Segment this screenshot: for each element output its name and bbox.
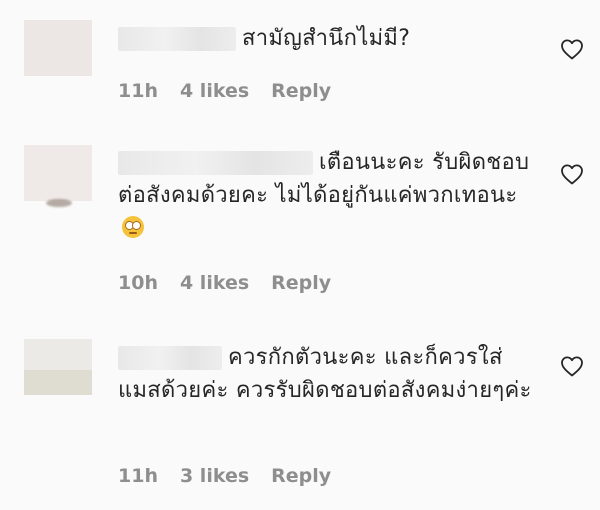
eye-roll-emoji-icon — [122, 216, 144, 238]
avatar[interactable] — [24, 145, 92, 201]
redacted-username — [118, 151, 313, 175]
comment-time[interactable]: 11h — [118, 80, 158, 102]
comment-body: ควรกักตัวนะคะ และก็ควรใส่แมสด้วยค่ะ ควรร… — [118, 341, 538, 407]
comment-body: เตือนนะคะ รับผิดชอบต่อสังคมด้วยคะ ไม่ได้… — [118, 146, 538, 245]
comment-text: สามัญสำนึกไม่มี? — [242, 26, 411, 51]
comment-likes[interactable]: 4 likes — [180, 272, 249, 294]
avatar[interactable] — [24, 20, 92, 76]
redacted-username — [118, 346, 222, 370]
comment-meta: 11h 3 likes Reply — [118, 465, 331, 487]
reply-button[interactable]: Reply — [271, 465, 331, 487]
redacted-username — [118, 27, 236, 51]
like-heart-icon[interactable] — [560, 355, 584, 377]
comment-time[interactable]: 10h — [118, 272, 158, 294]
like-heart-icon[interactable] — [560, 38, 584, 60]
comment-body: สามัญสำนึกไม่มี? — [118, 22, 538, 55]
comment-likes[interactable]: 4 likes — [180, 80, 249, 102]
reply-button[interactable]: Reply — [271, 272, 331, 294]
comment-meta: 11h 4 likes Reply — [118, 80, 331, 102]
comment-meta: 10h 4 likes Reply — [118, 272, 331, 294]
comment-time[interactable]: 11h — [118, 465, 158, 487]
reply-button[interactable]: Reply — [271, 80, 331, 102]
comment-likes[interactable]: 3 likes — [180, 465, 249, 487]
like-heart-icon[interactable] — [560, 163, 584, 185]
avatar[interactable] — [24, 339, 92, 395]
